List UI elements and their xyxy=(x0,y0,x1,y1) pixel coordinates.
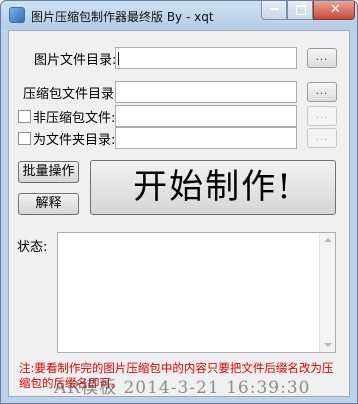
status-scrollbar[interactable] xyxy=(319,233,335,352)
non-archive-browse-button[interactable]: ... xyxy=(307,106,337,126)
explain-button[interactable]: 解释 xyxy=(18,193,79,215)
non-archive-input[interactable] xyxy=(115,105,297,127)
non-archive-label: 非压缩包文件: xyxy=(33,111,116,126)
status-textarea[interactable] xyxy=(57,232,336,353)
scroll-down-icon[interactable] xyxy=(324,343,332,347)
image-dir-browse-button[interactable]: ... xyxy=(307,48,337,68)
app-window: 图片压缩包制作器最终版 By - xqt ✕ 图片文件目录: ... 压缩包文件… xyxy=(0,0,358,404)
as-folder-checkbox[interactable] xyxy=(18,132,31,145)
timestamp-watermark: AR模板 2014-3-21 16:39:30 xyxy=(54,378,311,398)
scroll-up-icon[interactable] xyxy=(324,238,332,242)
close-icon: ✕ xyxy=(330,2,341,17)
image-dir-input[interactable] xyxy=(115,47,297,69)
window-title: 图片压缩包制作器最终版 By - xqt xyxy=(31,10,214,24)
status-label: 状态: xyxy=(17,240,48,255)
app-icon xyxy=(9,7,25,23)
client-area: 图片文件目录: ... 压缩包文件目录: ... 非压缩包文件: ... 为文件… xyxy=(8,30,350,398)
start-button[interactable]: 开始制作! xyxy=(90,160,336,215)
minimize-button[interactable] xyxy=(261,1,287,20)
close-button[interactable]: ✕ xyxy=(313,1,355,20)
maximize-button[interactable] xyxy=(287,1,313,20)
image-dir-label: 图片文件目录: xyxy=(34,53,117,68)
as-folder-input[interactable] xyxy=(115,127,297,149)
as-folder-label: 为文件夹目录: xyxy=(33,133,116,148)
archive-dir-input[interactable] xyxy=(115,81,297,103)
archive-dir-browse-button[interactable]: ... xyxy=(307,82,337,102)
title-bar[interactable]: 图片压缩包制作器最终版 By - xqt ✕ xyxy=(1,1,357,29)
as-folder-browse-button[interactable]: ... xyxy=(307,128,337,148)
batch-operation-button[interactable]: 批量操作 xyxy=(18,161,79,183)
archive-dir-label: 压缩包文件目录: xyxy=(23,87,119,102)
non-archive-checkbox[interactable] xyxy=(18,110,31,123)
